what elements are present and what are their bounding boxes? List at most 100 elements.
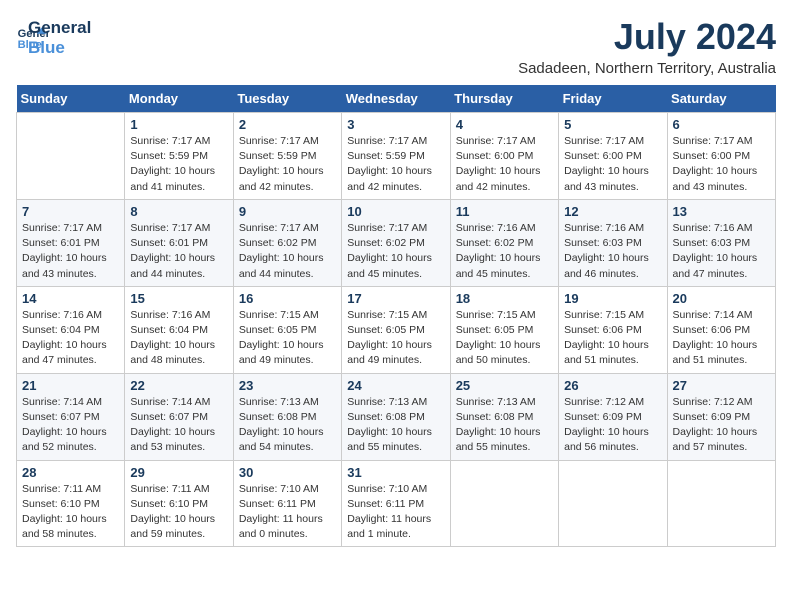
day-number: 6 [673,117,770,132]
logo-general: General [28,18,91,38]
day-number: 20 [673,291,770,306]
day-info: Sunrise: 7:17 AMSunset: 6:02 PMDaylight:… [347,221,444,282]
day-info: Sunrise: 7:17 AMSunset: 6:00 PMDaylight:… [673,134,770,195]
week-row-4: 21Sunrise: 7:14 AMSunset: 6:07 PMDayligh… [17,373,776,460]
calendar-cell: 18Sunrise: 7:15 AMSunset: 6:05 PMDayligh… [450,286,558,373]
calendar-cell: 2 Sunrise: 7:17 AMSunset: 5:59 PMDaylight… [233,113,341,200]
day-number: 12 [564,204,661,219]
day-header-wednesday: Wednesday [342,85,450,113]
day-info: Sunrise: 7:10 AMSunset: 6:11 PMDaylight:… [347,482,444,543]
logo-blue: Blue [28,38,91,58]
calendar-cell: 30 Sunrise: 7:10 AMSunset: 6:11 PMDayligh… [233,460,341,547]
day-info: Sunrise: 7:17 AMSunset: 5:59 PMDaylight:… [130,134,227,195]
day-header-monday: Monday [125,85,233,113]
calendar-cell: 15 Sunrise: 7:16 AMSunset: 6:04 PMDayligh… [125,286,233,373]
day-info: Sunrise: 7:13 AMSunset: 6:08 PMDaylight:… [239,395,336,456]
day-info: Sunrise: 7:15 AMSunset: 6:05 PMDaylight:… [239,308,336,369]
logo: General Blue General Blue [16,16,91,59]
day-info: Sunrise: 7:17 AMSunset: 6:01 PMDaylight:… [130,221,227,282]
day-header-thursday: Thursday [450,85,558,113]
calendar-cell: 6 Sunrise: 7:17 AMSunset: 6:00 PMDaylight… [667,113,775,200]
calendar-cell: 26 Sunrise: 7:12 AMSunset: 6:09 PMDayligh… [559,373,667,460]
day-number: 14 [22,291,119,306]
day-info: Sunrise: 7:17 AMSunset: 6:00 PMDaylight:… [456,134,553,195]
calendar-cell: 29 Sunrise: 7:11 AMSunset: 6:10 PMDayligh… [125,460,233,547]
day-info: Sunrise: 7:17 AMSunset: 5:59 PMDaylight:… [239,134,336,195]
day-number: 1 [130,117,227,132]
day-number: 30 [239,465,336,480]
calendar-cell: 10 Sunrise: 7:17 AMSunset: 6:02 PMDayligh… [342,199,450,286]
title-section: July 2024 Sadadeen, Northern Territory, … [518,16,776,77]
calendar-cell: 27Sunrise: 7:12 AMSunset: 6:09 PMDayligh… [667,373,775,460]
day-info: Sunrise: 7:15 AMSunset: 6:06 PMDaylight:… [564,308,661,369]
calendar-cell: 13 Sunrise: 7:16 AMSunset: 6:03 PMDayligh… [667,199,775,286]
calendar-cell: 31 Sunrise: 7:10 AMSunset: 6:11 PMDayligh… [342,460,450,547]
calendar-cell: 25 Sunrise: 7:13 AMSunset: 6:08 PMDayligh… [450,373,558,460]
calendar-cell: 19 Sunrise: 7:15 AMSunset: 6:06 PMDayligh… [559,286,667,373]
day-number: 8 [130,204,227,219]
day-info: Sunrise: 7:15 AMSunset: 6:05 PMDaylight:… [456,308,553,369]
day-info: Sunrise: 7:14 AMSunset: 6:07 PMDaylight:… [22,395,119,456]
day-number: 5 [564,117,661,132]
day-info: Sunrise: 7:12 AMSunset: 6:09 PMDaylight:… [564,395,661,456]
week-row-2: 7 Sunrise: 7:17 AMSunset: 6:01 PMDaylight… [17,199,776,286]
day-info: Sunrise: 7:16 AMSunset: 6:04 PMDaylight:… [130,308,227,369]
location-title: Sadadeen, Northern Territory, Australia [518,60,776,77]
calendar-cell: 5Sunrise: 7:17 AMSunset: 6:00 PMDaylight… [559,113,667,200]
day-number: 27 [673,378,770,393]
calendar-table: SundayMondayTuesdayWednesdayThursdayFrid… [16,85,776,547]
week-row-5: 28Sunrise: 7:11 AMSunset: 6:10 PMDayligh… [17,460,776,547]
day-info: Sunrise: 7:14 AMSunset: 6:06 PMDaylight:… [673,308,770,369]
day-info: Sunrise: 7:17 AMSunset: 5:59 PMDaylight:… [347,134,444,195]
day-info: Sunrise: 7:13 AMSunset: 6:08 PMDaylight:… [347,395,444,456]
calendar-cell: 16 Sunrise: 7:15 AMSunset: 6:05 PMDayligh… [233,286,341,373]
day-info: Sunrise: 7:16 AMSunset: 6:02 PMDaylight:… [456,221,553,282]
day-number: 2 [239,117,336,132]
calendar-cell: 28Sunrise: 7:11 AMSunset: 6:10 PMDayligh… [17,460,125,547]
calendar-cell: 12 Sunrise: 7:16 AMSunset: 6:03 PMDayligh… [559,199,667,286]
calendar-cell: 7 Sunrise: 7:17 AMSunset: 6:01 PMDaylight… [17,199,125,286]
day-number: 3 [347,117,444,132]
day-info: Sunrise: 7:16 AMSunset: 6:03 PMDaylight:… [564,221,661,282]
day-number: 19 [564,291,661,306]
day-info: Sunrise: 7:13 AMSunset: 6:08 PMDaylight:… [456,395,553,456]
day-info: Sunrise: 7:14 AMSunset: 6:07 PMDaylight:… [130,395,227,456]
day-number: 26 [564,378,661,393]
calendar-cell [559,460,667,547]
calendar-cell [667,460,775,547]
day-info: Sunrise: 7:16 AMSunset: 6:04 PMDaylight:… [22,308,119,369]
day-info: Sunrise: 7:17 AMSunset: 6:01 PMDaylight:… [22,221,119,282]
calendar-cell: 8 Sunrise: 7:17 AMSunset: 6:01 PMDaylight… [125,199,233,286]
day-info: Sunrise: 7:11 AMSunset: 6:10 PMDaylight:… [22,482,119,543]
calendar-cell [17,113,125,200]
calendar-cell: 24Sunrise: 7:13 AMSunset: 6:08 PMDayligh… [342,373,450,460]
day-number: 4 [456,117,553,132]
week-row-1: 1 Sunrise: 7:17 AMSunset: 5:59 PMDaylight… [17,113,776,200]
day-header-friday: Friday [559,85,667,113]
calendar-cell: 22Sunrise: 7:14 AMSunset: 6:07 PMDayligh… [125,373,233,460]
day-number: 9 [239,204,336,219]
day-info: Sunrise: 7:11 AMSunset: 6:10 PMDaylight:… [130,482,227,543]
calendar-cell: 9Sunrise: 7:17 AMSunset: 6:02 PMDaylight… [233,199,341,286]
day-info: Sunrise: 7:16 AMSunset: 6:03 PMDaylight:… [673,221,770,282]
calendar-cell: 11Sunrise: 7:16 AMSunset: 6:02 PMDayligh… [450,199,558,286]
day-number: 29 [130,465,227,480]
page-header: General Blue General Blue July 2024 Sada… [16,16,776,77]
day-number: 13 [673,204,770,219]
calendar-cell: 17Sunrise: 7:15 AMSunset: 6:05 PMDayligh… [342,286,450,373]
calendar-cell: 3 Sunrise: 7:17 AMSunset: 5:59 PMDaylight… [342,113,450,200]
day-header-saturday: Saturday [667,85,775,113]
calendar-cell: 21Sunrise: 7:14 AMSunset: 6:07 PMDayligh… [17,373,125,460]
calendar-cell: 20 Sunrise: 7:14 AMSunset: 6:06 PMDayligh… [667,286,775,373]
day-number: 7 [22,204,119,219]
calendar-cell: 1 Sunrise: 7:17 AMSunset: 5:59 PMDaylight… [125,113,233,200]
day-number: 15 [130,291,227,306]
days-header-row: SundayMondayTuesdayWednesdayThursdayFrid… [17,85,776,113]
day-info: Sunrise: 7:10 AMSunset: 6:11 PMDaylight:… [239,482,336,543]
day-number: 31 [347,465,444,480]
day-number: 16 [239,291,336,306]
day-number: 25 [456,378,553,393]
day-number: 10 [347,204,444,219]
calendar-cell [450,460,558,547]
day-number: 17 [347,291,444,306]
